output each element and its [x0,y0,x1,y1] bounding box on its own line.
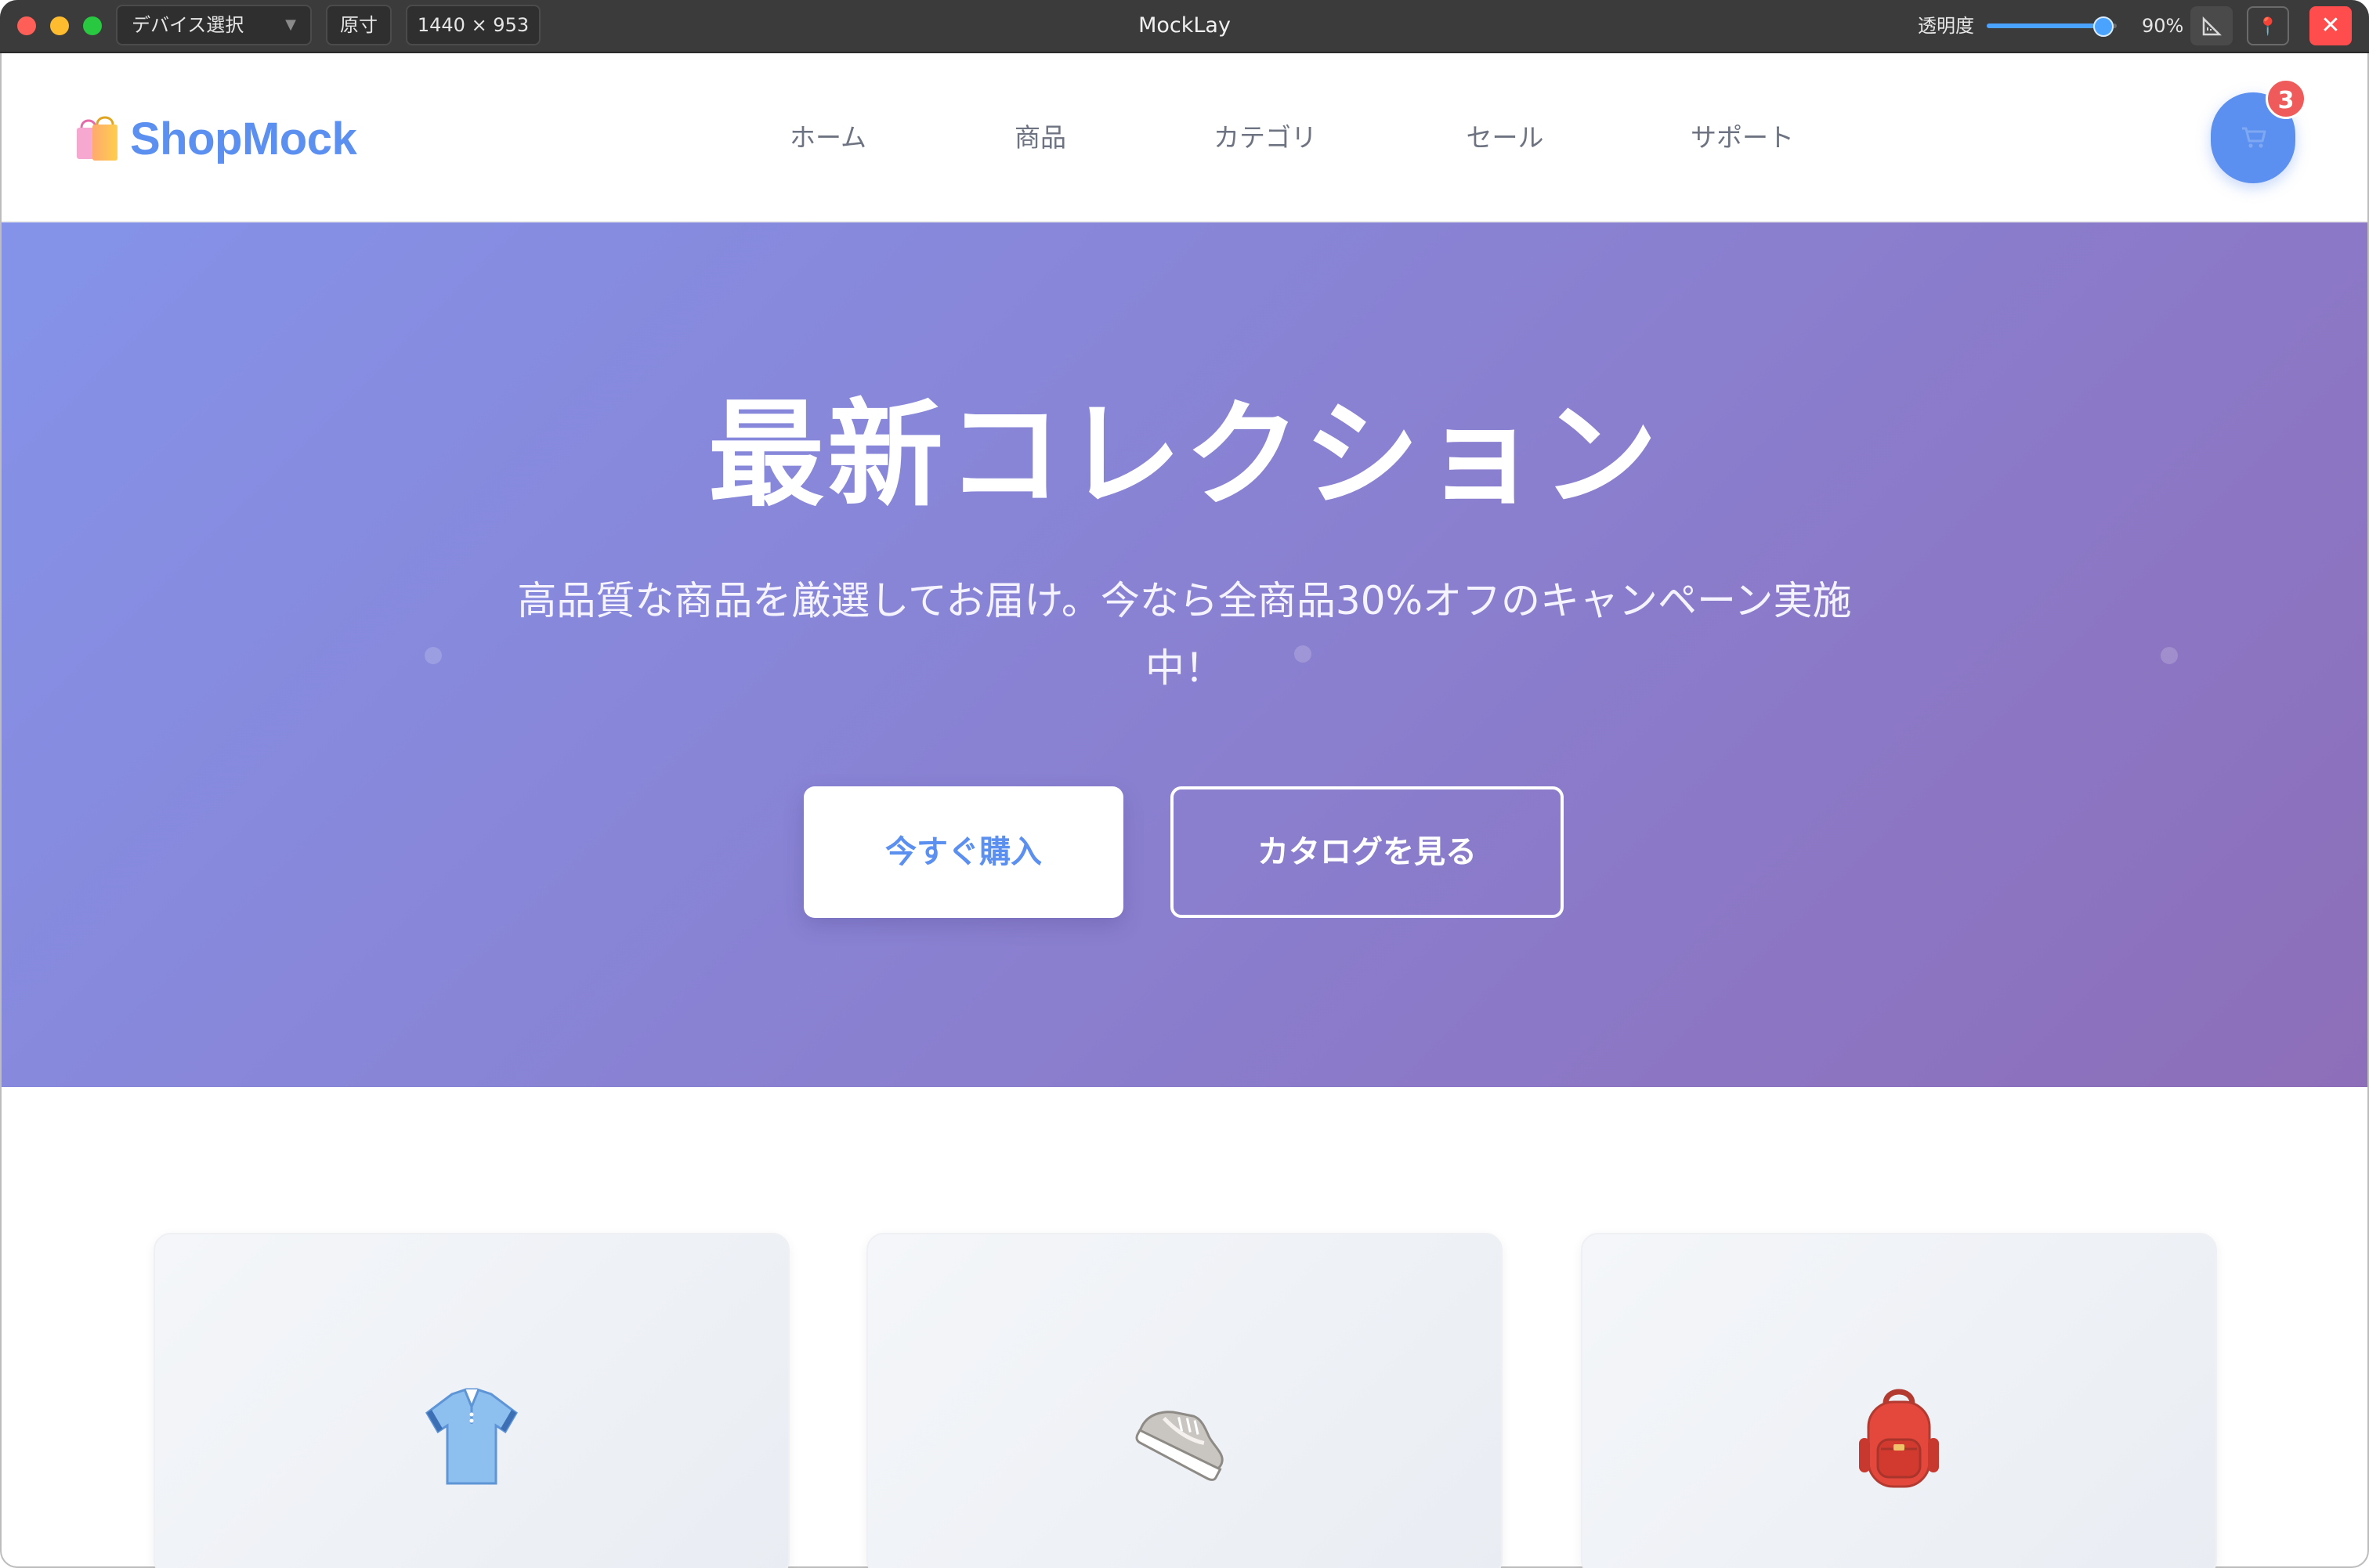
titlebar: デバイス選択 ▼ 原寸 1440 × 953 MockLay 透明度 90% 📍… [0,0,2369,53]
device-select-label: デバイス選択 [132,14,244,36]
nav-item-support[interactable]: サポート [1691,116,1794,160]
opacity-slider-fill [1987,23,2104,28]
chevron-down-icon: ▼ [285,16,296,33]
nav-item-products[interactable]: 商品 [1015,116,1066,160]
close-overlay-button[interactable]: ✕ [2309,6,2352,45]
hero-subtitle-line2: 中！ [1145,645,1224,691]
mocklay-window: デバイス選択 ▼ 原寸 1440 × 953 MockLay 透明度 90% 📍… [0,0,2369,1568]
product-card[interactable] [866,1233,1503,1568]
cart-count-badge: 3 [2266,78,2306,119]
nav-item-categories[interactable]: カテゴリ [1213,116,1317,160]
minimize-window-button[interactable] [50,16,69,35]
logo-text: ShopMock [130,113,357,164]
opacity-slider-thumb[interactable] [2093,16,2114,37]
buy-now-button[interactable]: 今すぐ購入 [804,786,1123,918]
original-size-button[interactable]: 原寸 [326,5,392,45]
hero-subtitle: 高品質な商品を厳選してお届け。今なら全商品30%オフのキャンペーン実施 中！ [472,567,1897,702]
hero-title: 最新コレクション [708,388,1661,522]
opacity-label: 透明度 [1918,15,1974,37]
decorative-dot [425,647,442,664]
polo-shirt-icon [425,1388,518,1485]
cart-icon [2242,127,2266,148]
ruler-icon [2202,16,2223,35]
pin-icon: 📍 [2257,17,2279,37]
sneaker-icon [1135,1411,1224,1481]
backpack-icon [1859,1389,1939,1488]
product-card[interactable] [1581,1233,2217,1568]
pin-button[interactable]: 📍 [2247,6,2289,45]
view-catalog-button[interactable]: カタログを見る [1170,786,1564,918]
hero-subtitle-line1: 高品質な商品を厳選してお届け。今なら全商品30%オフのキャンペーン実施 [517,578,1852,623]
size-readout[interactable]: 1440 × 953 [406,5,541,45]
decorative-dot [2161,647,2178,664]
zoom-window-button[interactable] [83,16,102,35]
opacity-value: 90% [2142,15,2184,37]
ruler-button[interactable] [2190,6,2233,45]
close-icon: ✕ [2320,12,2341,39]
device-select-dropdown[interactable]: デバイス選択 ▼ [116,5,312,45]
shopping-bags-icon [74,114,121,164]
product-card[interactable] [154,1233,790,1568]
site-header: ShopMock ホーム 商品 カテゴリ セール サポート [2,53,2367,222]
hero-banner: 最新コレクション 高品質な商品を厳選してお届け。今なら全商品30%オフのキャンペ… [2,222,2367,1087]
nav-item-sale[interactable]: セール [1467,116,1544,160]
close-window-button[interactable] [17,16,36,35]
site-logo[interactable]: ShopMock [74,111,357,166]
nav-item-home[interactable]: ホーム [790,116,866,160]
